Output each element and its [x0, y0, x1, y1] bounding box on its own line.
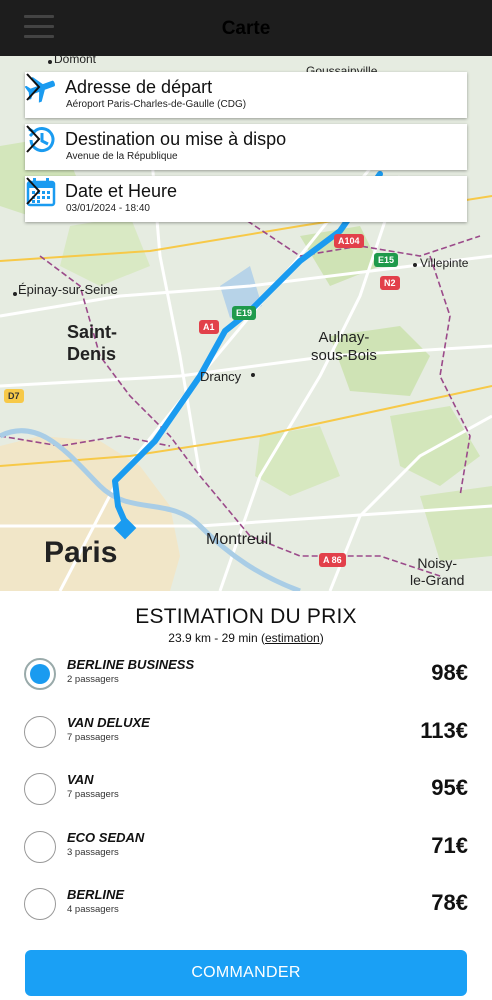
card-subtitle: 03/01/2024 - 18:40: [66, 203, 150, 214]
chevron-right-icon: [26, 177, 41, 205]
map-label-aulnay: Aulnay- sous-Bois: [311, 329, 377, 364]
radio-selected[interactable]: [24, 658, 56, 690]
departure-address-card[interactable]: Adresse de départ Aéroport Paris-Charles…: [25, 72, 467, 118]
vehicle-name: VAN: [67, 772, 94, 787]
road-badge-n2: N2: [380, 276, 400, 290]
road-badge-e15: E15: [374, 253, 399, 267]
vehicle-option[interactable]: BERLINE BUSINESS 2 passagers 98€: [24, 656, 470, 696]
vehicle-passengers: 7 passagers: [67, 789, 119, 800]
page-title: Carte: [221, 18, 271, 39]
road-badge-a1: A1: [199, 320, 219, 334]
map-view[interactable]: Domont Goussainville Villepinte Épinay-s…: [0, 56, 492, 591]
vehicle-price: 78€: [431, 890, 468, 915]
radio-button[interactable]: [24, 888, 56, 920]
map-label-drancy: Drancy: [200, 369, 242, 384]
vehicle-option[interactable]: BERLINE 4 passagers 78€: [24, 886, 470, 926]
vehicle-passengers: 3 passagers: [67, 847, 119, 858]
vehicle-name: BERLINE: [67, 887, 125, 902]
price-estimate-panel: ESTIMATION DU PRIX 23.9 km - 29 min (est…: [0, 591, 492, 1000]
card-title: Date et Heure: [65, 181, 178, 201]
vehicle-option[interactable]: VAN DELUXE 7 passagers 113€: [24, 714, 470, 754]
road-badge-a104: A104: [334, 234, 364, 248]
estimate-title: ESTIMATION DU PRIX: [135, 605, 357, 628]
destination-card[interactable]: Destination ou mise à dispo Avenue de la…: [25, 124, 467, 170]
road-badge-d7: D7: [4, 389, 24, 403]
map-label-epinay: Épinay-sur-Seine: [18, 282, 118, 297]
vehicle-passengers: 7 passagers: [67, 732, 119, 743]
road-badge-a86: A 86: [319, 553, 346, 567]
map-label-paris: Paris: [44, 536, 118, 569]
chevron-right-icon: [26, 125, 41, 153]
top-bar: Carte: [0, 0, 492, 56]
vehicle-price: 71€: [431, 833, 468, 858]
map-label-montreuil: Montreuil: [206, 531, 272, 548]
estimate-summary: 23.9 km - 29 min (estimation): [168, 631, 324, 645]
map-label-noisy: Noisy- le-Grand: [410, 555, 465, 588]
radio-button[interactable]: [24, 773, 56, 805]
vehicle-option[interactable]: ECO SEDAN 3 passagers 71€: [24, 829, 470, 869]
map-label-domont: Domont: [54, 56, 97, 66]
vehicle-passengers: 2 passagers: [67, 674, 119, 685]
order-button[interactable]: COMMANDER: [25, 950, 467, 996]
date-time-card[interactable]: Date et Heure 03/01/2024 - 18:40: [25, 176, 467, 222]
card-subtitle: Avenue de la République: [66, 151, 178, 162]
vehicle-option[interactable]: VAN 7 passagers 95€: [24, 771, 470, 811]
map-label-saint-denis: Saint- Denis: [67, 322, 118, 364]
card-title: Adresse de départ: [65, 77, 213, 97]
vehicle-name: BERLINE BUSINESS: [67, 657, 195, 672]
vehicle-name: ECO SEDAN: [67, 830, 145, 845]
road-badge-e19: E19: [232, 306, 257, 320]
card-subtitle: Aéroport Paris-Charles-de-Gaulle (CDG): [66, 99, 247, 110]
chevron-right-icon: [26, 73, 41, 101]
card-title: Destination ou mise à dispo: [65, 129, 287, 149]
vehicle-passengers: 4 passagers: [67, 904, 119, 915]
estimate-link[interactable]: estimation: [265, 631, 320, 645]
distance-time-text: 23.9 km - 29 min: [168, 631, 258, 645]
vehicle-name: VAN DELUXE: [67, 715, 150, 730]
radio-button[interactable]: [24, 831, 56, 863]
map-label-villepinte: Villepinte: [420, 256, 469, 270]
radio-button[interactable]: [24, 716, 56, 748]
vehicle-price: 113€: [420, 718, 468, 743]
vehicle-price: 98€: [431, 660, 468, 685]
vehicle-price: 95€: [431, 775, 468, 800]
